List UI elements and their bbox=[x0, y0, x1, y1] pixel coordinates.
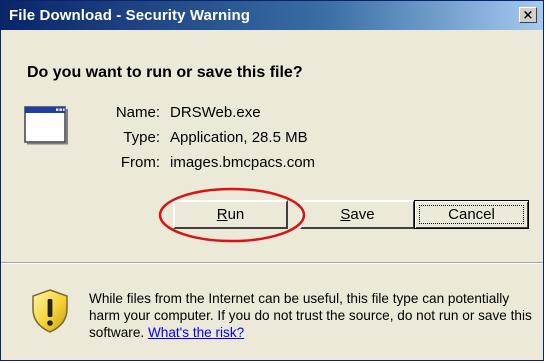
cancel-label: Cancel bbox=[448, 206, 495, 223]
application-window-icon bbox=[24, 106, 68, 145]
type-value: Application, 28.5 MB bbox=[170, 129, 308, 146]
window-title: File Download - Security Warning bbox=[9, 7, 250, 24]
cancel-button[interactable]: Cancel bbox=[414, 200, 529, 229]
shield-warning-icon bbox=[32, 289, 68, 333]
section-divider bbox=[1, 262, 543, 264]
name-value: DRSWeb.exe bbox=[170, 104, 261, 121]
from-value: images.bmcpacs.com bbox=[170, 154, 316, 171]
run-accelerator: R bbox=[216, 206, 228, 223]
from-label: From: bbox=[120, 154, 160, 171]
type-label: Type: bbox=[123, 129, 160, 146]
close-button[interactable]: × bbox=[519, 7, 537, 23]
save-button[interactable]: Save bbox=[300, 200, 415, 229]
close-icon: × bbox=[522, 7, 534, 23]
save-label: ave bbox=[350, 206, 375, 223]
save-accelerator: S bbox=[340, 206, 351, 223]
question-heading: Do you want to run or save this file? bbox=[27, 64, 303, 81]
run-label: un bbox=[227, 206, 245, 223]
run-button[interactable]: Run bbox=[173, 200, 288, 229]
title-bar[interactable]: File Download - Security Warning × bbox=[1, 1, 543, 30]
whats-the-risk-link[interactable]: What's the risk? bbox=[148, 325, 244, 340]
warning-message: While files from the Internet can be use… bbox=[89, 290, 533, 341]
name-label: Name: bbox=[115, 104, 160, 121]
security-warning-dialog: File Download - Security Warning × Do yo… bbox=[0, 0, 544, 361]
